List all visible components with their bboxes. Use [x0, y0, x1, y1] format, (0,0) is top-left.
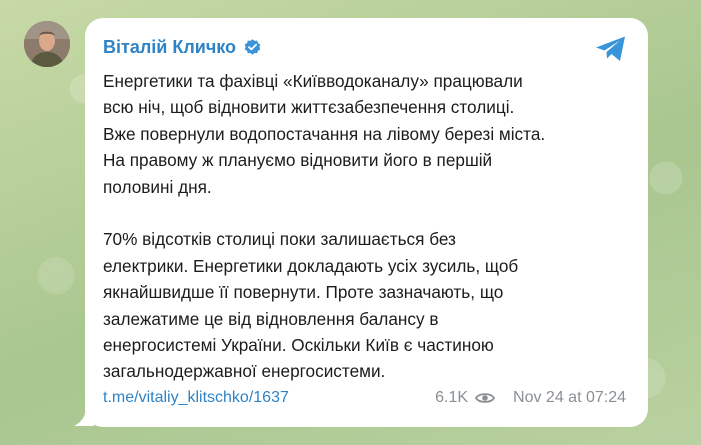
message-text: Енергетики та фахівці «Київводоканалу» п… — [103, 71, 546, 382]
post-meta: 6.1K Nov 24 at 07:24 — [435, 388, 626, 408]
views-count: 6.1K — [435, 389, 469, 406]
message-card: Віталій Кличко Енергетики та фахівці «Ки… — [85, 18, 648, 427]
avatar-image — [24, 21, 70, 67]
author-row: Віталій Кличко — [103, 36, 262, 58]
author-name[interactable]: Віталій Кличко — [103, 36, 236, 58]
post-timestamp: Nov 24 at 07:24 — [513, 389, 626, 406]
post-link[interactable]: t.me/vitaliy_klitschko/1637 — [103, 388, 289, 408]
author-avatar[interactable] — [24, 21, 70, 67]
telegram-icon[interactable] — [594, 34, 628, 64]
eye-icon — [475, 393, 496, 403]
verified-badge-icon — [244, 38, 261, 55]
